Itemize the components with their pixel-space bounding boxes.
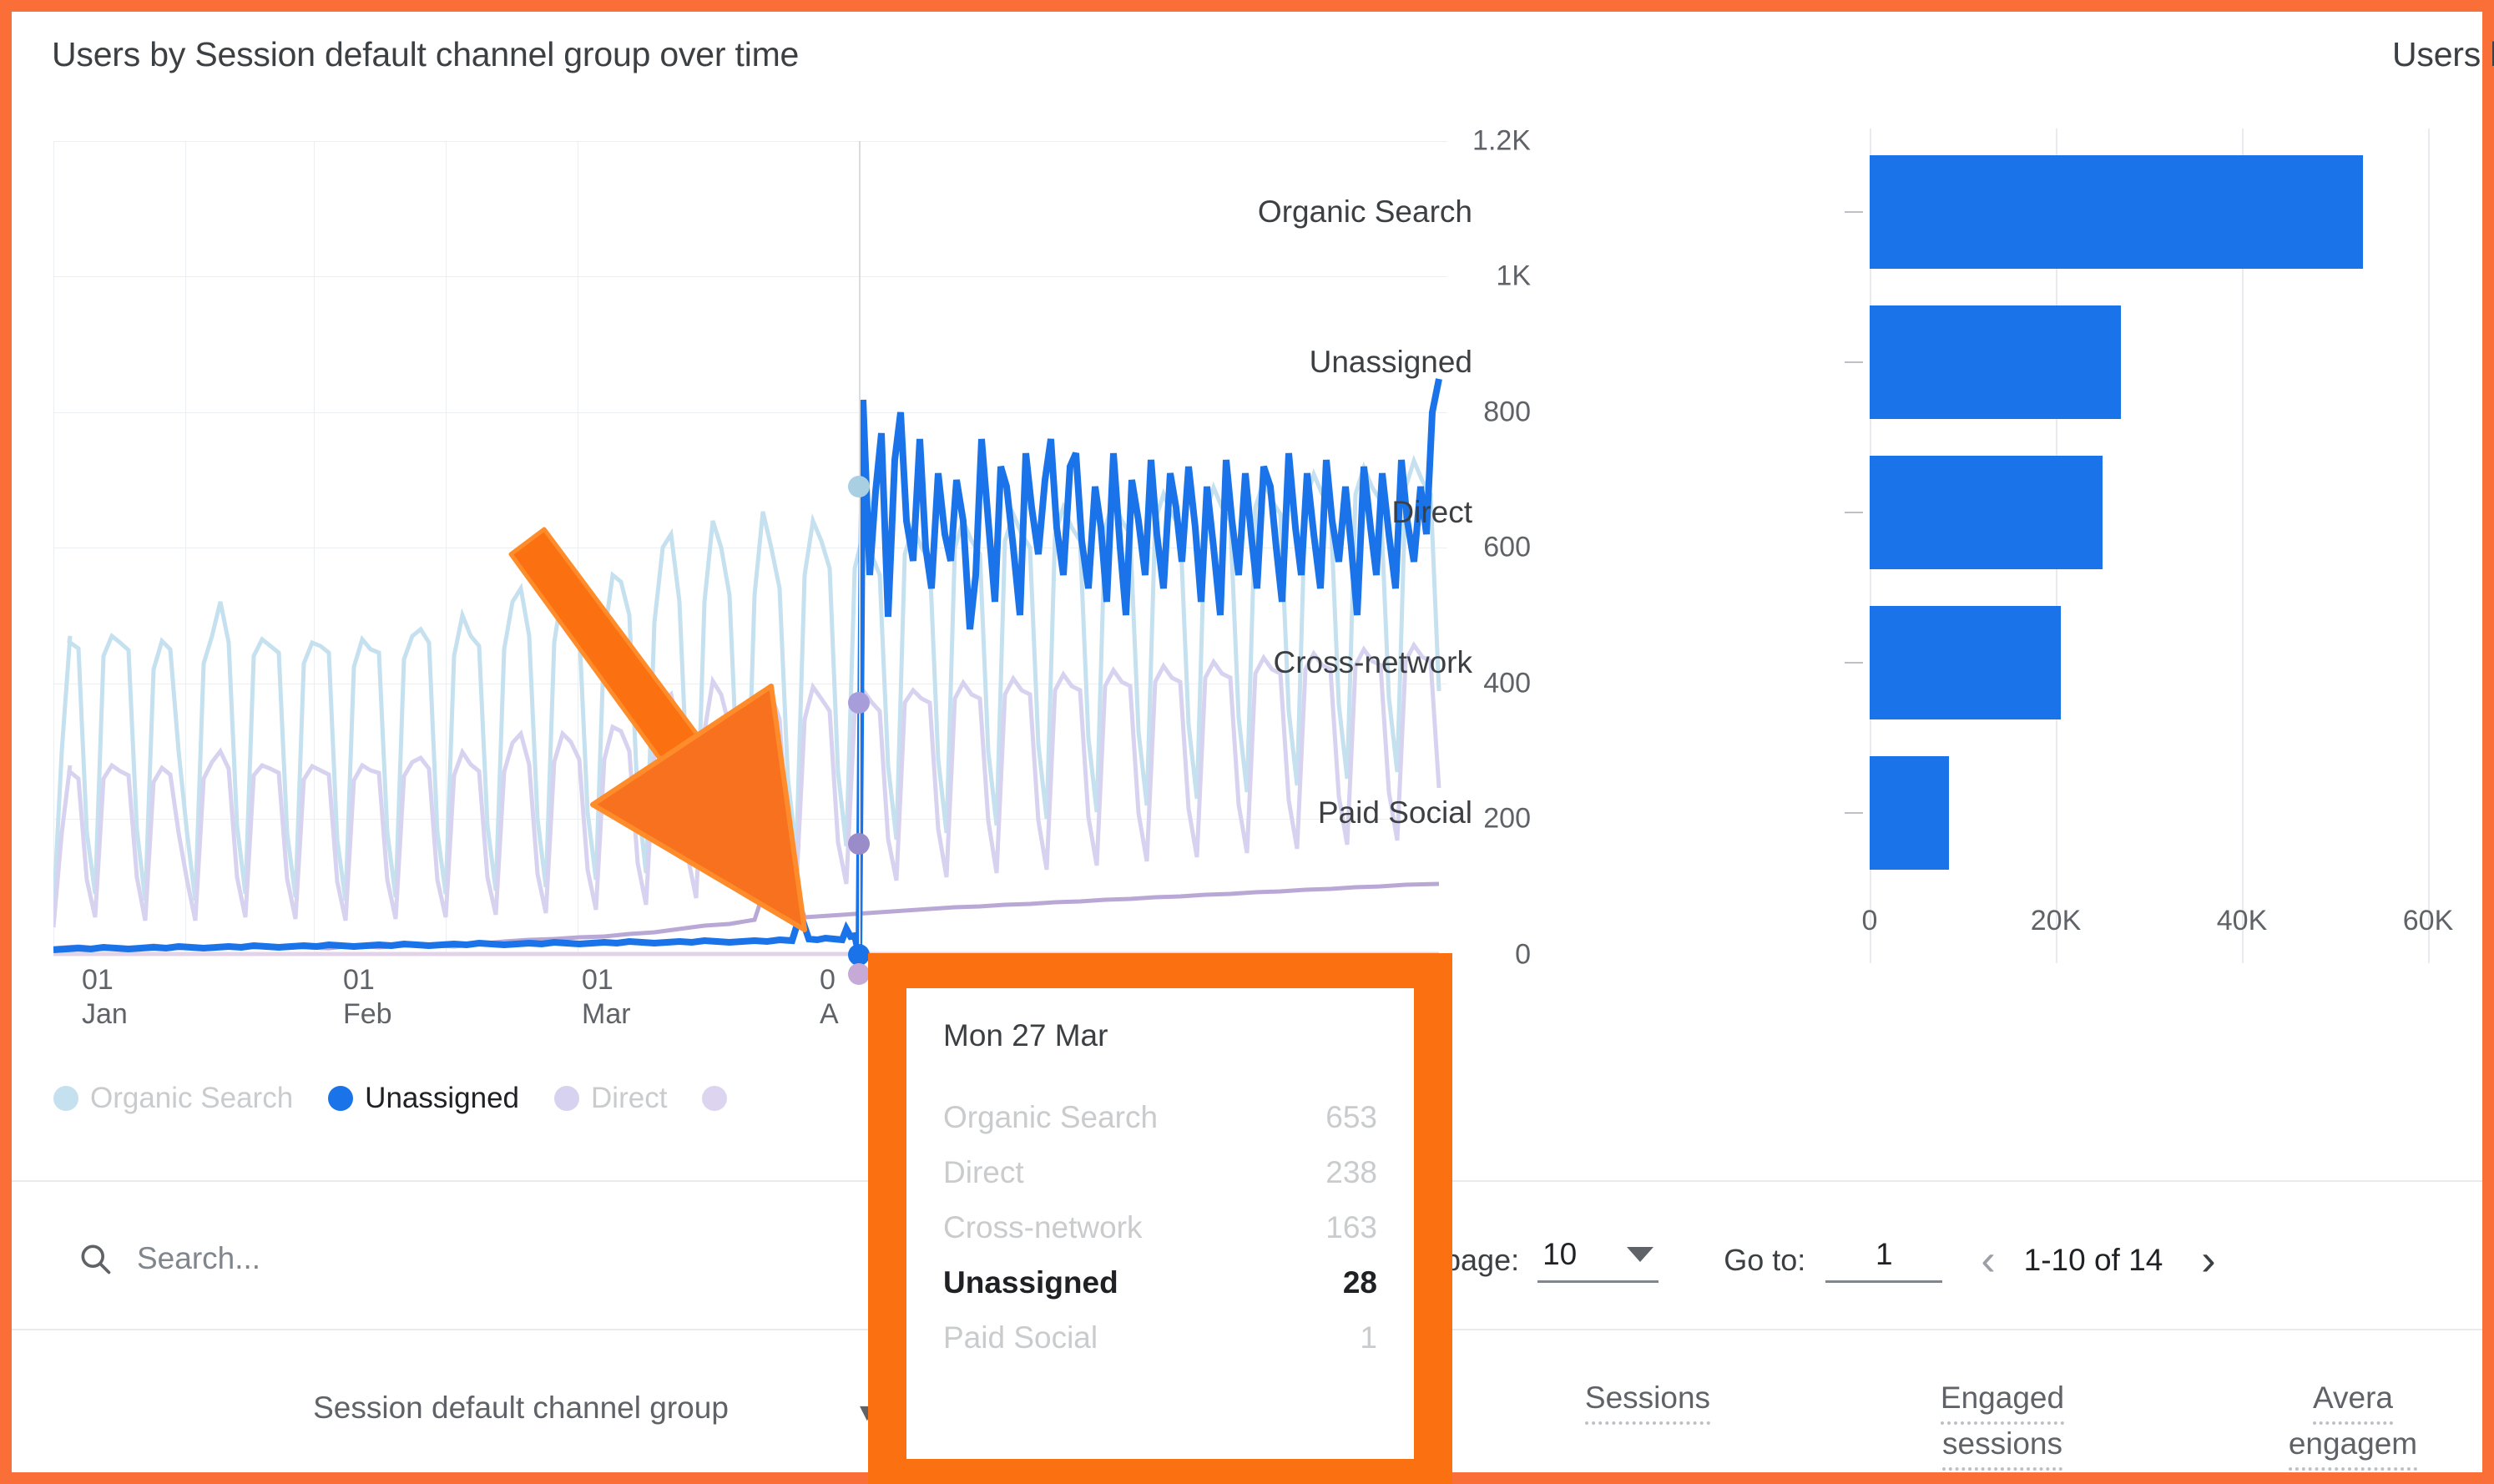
bar-row-unassigned[interactable]: Unassigned	[880, 287, 2457, 437]
bar-category-label: Unassigned	[1309, 345, 1472, 379]
search-row[interactable]: Search...	[77, 1240, 260, 1277]
analytics-report-panel: Users by Session default channel group o…	[12, 12, 2494, 1484]
bar-x-tick-60k: 60K	[2402, 905, 2454, 936]
bar-category-label: Cross-network	[1273, 645, 1473, 679]
legend-item-unassigned[interactable]: Unassigned	[328, 1082, 519, 1115]
legend-label: Direct	[591, 1082, 668, 1114]
legend-dot-icon	[53, 1086, 78, 1111]
bar-chart-plot-area: Organic Search Unassigned Direct Cross-n…	[880, 129, 2457, 963]
tooltip-series-name: Unassigned	[943, 1265, 1118, 1300]
bar-fill	[1870, 155, 2363, 269]
tooltip-series-value: 238	[1325, 1155, 1377, 1189]
line-chart-title: Users by Session default channel group o…	[52, 35, 800, 73]
goto-input[interactable]: 1	[1825, 1237, 1943, 1283]
tooltip-row-unassigned: Unassigned 28	[943, 1265, 1377, 1300]
bar-tick-mark	[1845, 812, 1863, 814]
x-tick-mar: 01 Mar	[582, 964, 631, 1031]
legend-dot-icon	[554, 1086, 580, 1111]
bar-tick-mark	[1845, 662, 1863, 664]
chart-hover-tooltip: Mon 27 Mar Organic Search 653 Direct 238…	[906, 988, 1414, 1459]
bar-x-tick-20k: 20K	[2030, 905, 2082, 936]
bar-row-organic-search[interactable]: Organic Search	[880, 137, 2457, 287]
tooltip-row-cross-network: Cross-network 163	[943, 1210, 1377, 1245]
column-header-label-line2: sessions	[1942, 1425, 2062, 1471]
hover-point-direct	[848, 692, 870, 714]
bar-fill	[1870, 756, 1949, 870]
x-tick-feb: 01 Feb	[343, 964, 392, 1031]
bar-tick-mark	[1845, 211, 1863, 213]
bar-tick-mark	[1845, 512, 1863, 513]
tooltip-series-value: 28	[1342, 1265, 1377, 1300]
tooltip-series-name: Organic Search	[943, 1100, 1159, 1134]
bar-x-tick-0: 0	[1861, 905, 1878, 936]
column-header-average-engagement[interactable]: Avera engagem	[2215, 1379, 2491, 1471]
bar-row-direct[interactable]: Direct	[880, 437, 2457, 588]
rows-per-page-label: page:	[1444, 1242, 1520, 1277]
search-icon	[77, 1240, 114, 1277]
column-header-label-line2: engagem	[2288, 1425, 2418, 1471]
bar-row-cross-network[interactable]: Cross-network	[880, 588, 2457, 738]
column-header-label-line1: Engaged	[1940, 1379, 2065, 1426]
tooltip-series-value: 653	[1325, 1100, 1377, 1134]
tooltip-row-direct: Direct 238	[943, 1155, 1377, 1190]
bar-chart-title: Users by Session default channel group	[2392, 35, 2494, 73]
x-tick-apr: 0 A	[820, 964, 839, 1031]
legend-dot-icon	[328, 1086, 354, 1111]
rows-per-page-select[interactable]: 10	[1537, 1237, 1659, 1283]
bar-fill	[1870, 456, 2103, 569]
column-header-dimension[interactable]: Session default channel group	[220, 1389, 821, 1426]
bar-category-label: Organic Search	[1257, 194, 1472, 229]
tooltip-series-name: Cross-network	[943, 1210, 1143, 1244]
chevron-right-icon[interactable]: ›	[2201, 1239, 2215, 1282]
hover-point-paid-social	[848, 963, 870, 985]
bar-fill	[1870, 305, 2121, 419]
chevron-left-icon[interactable]: ‹	[1981, 1239, 1995, 1282]
tooltip-series-name: Direct	[943, 1155, 1024, 1189]
legend-item-organic-search[interactable]: Organic Search	[53, 1082, 293, 1115]
tooltip-series-name: Paid Social	[943, 1320, 1098, 1355]
column-header-label: Session default channel group	[313, 1391, 729, 1425]
rows-per-page-value: 10	[1542, 1237, 1578, 1271]
bar-category-label: Direct	[1391, 495, 1472, 529]
column-header-label: Sessions	[1584, 1379, 1711, 1426]
bar-category-label: Paid Social	[1317, 795, 1472, 830]
goto-label: Go to:	[1724, 1242, 1806, 1277]
tooltip-row-paid-social: Paid Social 1	[943, 1320, 1377, 1355]
tooltip-date: Mon 27 Mar	[943, 1018, 1108, 1052]
screenshot-root: Users by Session default channel group o…	[0, 0, 2494, 1484]
tooltip-series-value: 1	[1360, 1320, 1377, 1355]
tooltip-row-organic-search: Organic Search 653	[943, 1100, 1377, 1135]
legend-item-truncated[interactable]	[702, 1086, 739, 1111]
chevron-down-icon	[1627, 1247, 1654, 1262]
column-header-engaged-sessions[interactable]: Engaged sessions	[1865, 1379, 2140, 1471]
bar-x-tick-40k: 40K	[2216, 905, 2268, 936]
pagination-controls: page: 10 Go to: 1 ‹ 1-10 of 14 ›	[1444, 1237, 2216, 1283]
hover-point-organic-search	[848, 476, 870, 497]
pagination-range-label: 1-10 of 14	[2023, 1242, 2163, 1277]
legend-dot-icon	[702, 1086, 728, 1111]
x-tick-jan: 01 Jan	[82, 964, 128, 1031]
bar-fill	[1870, 606, 2061, 719]
search-input[interactable]: Search...	[137, 1241, 260, 1276]
bar-row-paid-social[interactable]: Paid Social	[880, 738, 2457, 888]
hover-point-cross-network	[848, 833, 870, 855]
bar-tick-mark	[1845, 361, 1863, 363]
column-header-label-line1: Avera	[2313, 1379, 2393, 1426]
column-header-sessions[interactable]: Sessions	[1514, 1379, 1781, 1426]
legend-label: Organic Search	[90, 1082, 294, 1114]
legend-label: Unassigned	[365, 1082, 520, 1114]
line-chart-legend: Organic Search Unassigned Direct	[53, 1082, 774, 1115]
legend-item-direct[interactable]: Direct	[554, 1082, 667, 1115]
tooltip-series-value: 163	[1325, 1210, 1377, 1244]
